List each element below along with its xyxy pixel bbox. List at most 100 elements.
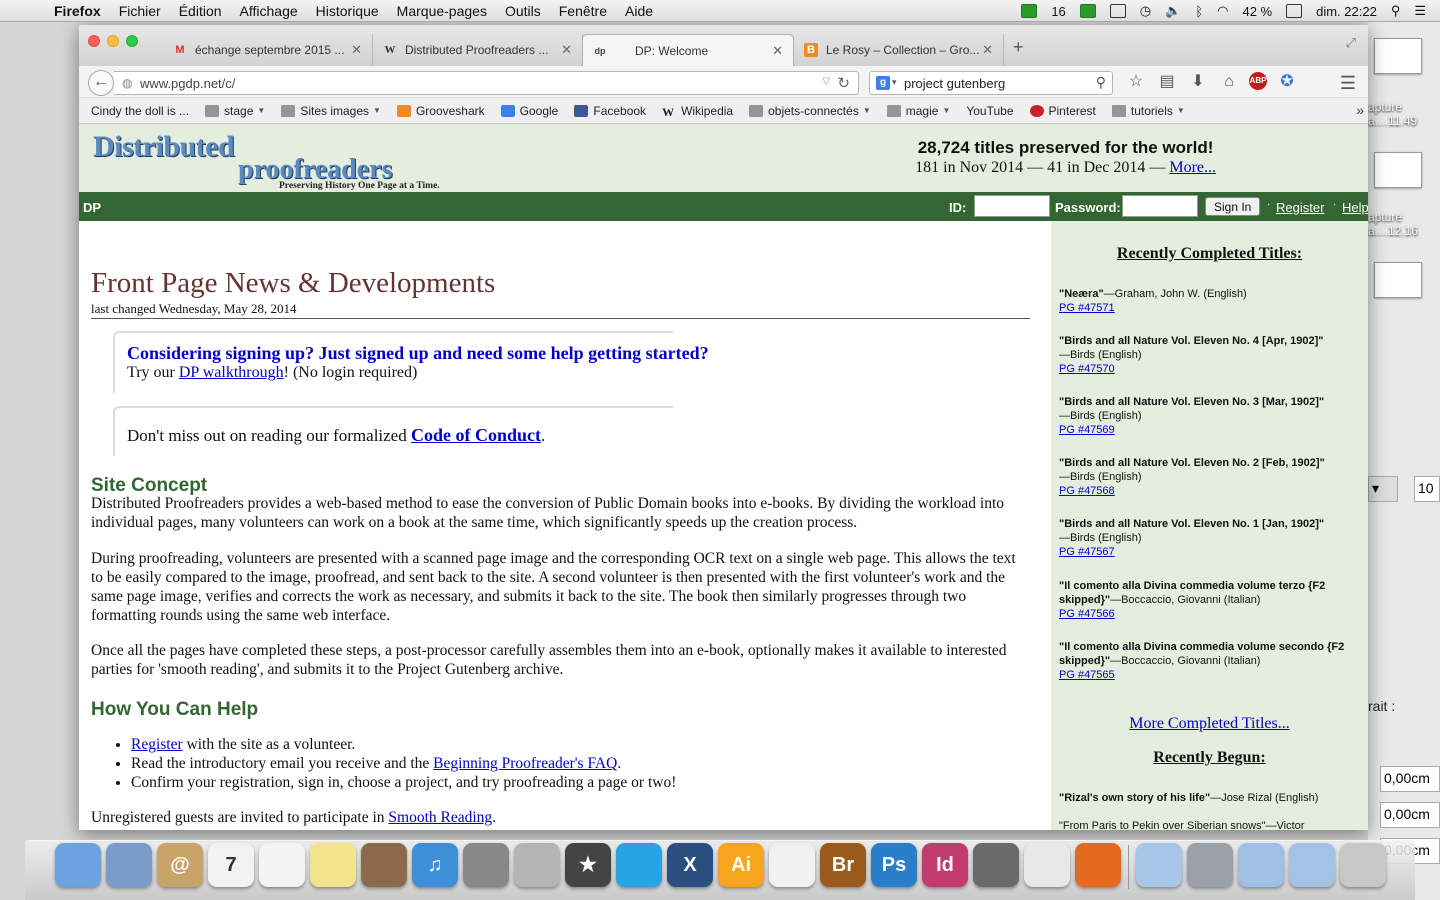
home-icon[interactable]: ⌂: [1218, 72, 1240, 92]
pg-link[interactable]: PG #47568: [1059, 485, 1115, 497]
bookmark-item[interactable]: Pinterest: [1029, 104, 1096, 118]
background-stepper[interactable]: ▾: [1368, 476, 1398, 502]
pg-link[interactable]: PG #47565: [1059, 669, 1115, 681]
bookmark-star-icon[interactable]: ☆: [1125, 72, 1147, 92]
back-button[interactable]: ←: [88, 70, 114, 96]
illustrator-icon[interactable]: Ai: [718, 843, 764, 887]
menu-outils[interactable]: Outils: [505, 3, 541, 19]
bookmark-folder[interactable]: objets-connectés ▼: [749, 104, 871, 118]
tab-gmail[interactable]: M échange septembre 2015 ... ✕: [163, 34, 373, 66]
password-input[interactable]: [1122, 195, 1198, 217]
proofreader-faq-link[interactable]: Beginning Proofreader's FAQ: [433, 755, 617, 772]
close-tab-icon[interactable]: ✕: [982, 42, 993, 58]
help-link[interactable]: Help: [1342, 200, 1368, 215]
screenshot-file-thumbnail[interactable]: [1374, 152, 1422, 188]
menu-edition[interactable]: Édition: [179, 3, 222, 19]
bookmarks-overflow-icon[interactable]: »: [1356, 102, 1364, 118]
close-window-button[interactable]: [88, 35, 100, 47]
google-engine-icon[interactable]: g: [876, 76, 890, 90]
close-tab-icon[interactable]: ✕: [561, 42, 572, 58]
firefox-icon[interactable]: [1075, 843, 1121, 887]
applications-folder-icon[interactable]: [1238, 843, 1284, 887]
bookmark-item[interactable]: Facebook: [574, 104, 646, 118]
bookmark-item[interactable]: W Wikipedia: [662, 104, 733, 119]
bridge-icon[interactable]: Br: [820, 843, 866, 887]
register-link[interactable]: Register: [1276, 200, 1324, 215]
screenshot-file-thumbnail[interactable]: [1374, 262, 1422, 298]
engine-dropdown-icon[interactable]: ▾: [892, 77, 897, 88]
clock[interactable]: dim. 22:22: [1316, 4, 1377, 19]
bluetooth-icon[interactable]: ᛒ: [1195, 4, 1203, 19]
itunes-icon[interactable]: ♫: [412, 843, 458, 887]
system-preferences-icon[interactable]: [463, 843, 509, 887]
finder-icon[interactable]: [55, 843, 101, 887]
url-history-dropdown-icon[interactable]: ▽: [822, 76, 830, 87]
adblock-icon[interactable]: ABP: [1249, 72, 1267, 90]
close-tab-icon[interactable]: ✕: [351, 42, 362, 58]
zoom-window-button[interactable]: [126, 35, 138, 47]
mail-icon[interactable]: [106, 843, 152, 887]
bookmark-item[interactable]: YouTube: [79, 104, 1014, 209]
bookmark-item[interactable]: Cindy the doll is ...: [79, 104, 189, 209]
screenshot-file-thumbnail[interactable]: [1374, 38, 1422, 74]
background-value-field[interactable]: 10: [1414, 476, 1440, 502]
bookmark-folder[interactable]: tutoriels ▼: [1111, 104, 1185, 118]
bookmark-item[interactable]: Google: [500, 104, 558, 118]
dp-walkthrough-link[interactable]: DP walkthrough: [179, 364, 284, 381]
bookmark-folder[interactable]: magie ▼: [886, 104, 950, 118]
site-label[interactable]: DP: [83, 200, 101, 215]
battery-icon[interactable]: [1286, 4, 1303, 18]
menu-marque-pages[interactable]: Marque-pages: [397, 3, 487, 19]
textedit-icon[interactable]: [769, 843, 815, 887]
adobe-status-count[interactable]: 16: [1051, 4, 1065, 19]
search-input[interactable]: g ▾ project gutenberg ⚲: [869, 71, 1113, 95]
minimize-window-button[interactable]: [107, 35, 119, 47]
photoshop-icon[interactable]: Ps: [871, 843, 917, 887]
download-status-icon[interactable]: [1021, 4, 1038, 18]
more-stats-link[interactable]: More...: [1169, 159, 1216, 176]
more-completed-link[interactable]: More Completed Titles...: [1129, 715, 1289, 732]
tab-dp-welcome[interactable]: dp DP: Welcome ✕: [582, 34, 794, 66]
documents-folder-icon[interactable]: [1136, 843, 1182, 887]
bookmark-folder[interactable]: stage ▼: [205, 104, 265, 118]
search-icon[interactable]: ⚲: [1096, 74, 1106, 91]
fullscreen-icon[interactable]: ⤢: [1346, 35, 1356, 51]
background-measure-field[interactable]: 0,00cm: [1380, 766, 1440, 792]
pg-link[interactable]: PG #47571: [1059, 302, 1115, 314]
iphoto-icon[interactable]: [361, 843, 407, 887]
close-tab-icon[interactable]: ✕: [772, 43, 783, 59]
evernote-icon[interactable]: [1079, 4, 1096, 18]
contacts-icon[interactable]: @: [157, 843, 203, 887]
register-link[interactable]: Register: [131, 736, 183, 753]
trash-icon[interactable]: [1340, 843, 1386, 887]
menu-icon[interactable]: ☰: [1340, 73, 1356, 94]
pg-link[interactable]: PG #47570: [1059, 363, 1115, 375]
pg-link[interactable]: PG #47567: [1059, 546, 1115, 558]
menu-historique[interactable]: Historique: [316, 3, 379, 19]
notes-icon[interactable]: [310, 843, 356, 887]
id-input[interactable]: [974, 195, 1050, 217]
pg-link[interactable]: PG #47569: [1059, 424, 1115, 436]
airplay-icon[interactable]: [1109, 4, 1126, 18]
bookmark-item[interactable]: Grooveshark: [396, 104, 485, 118]
menu-app-firefox[interactable]: Firefox: [54, 3, 101, 19]
drive-icon[interactable]: [1187, 843, 1233, 887]
menu-fenetre[interactable]: Fenêtre: [559, 3, 607, 19]
tab-wikipedia[interactable]: W Distributed Proofreaders ... ✕: [373, 34, 583, 66]
calendar-icon[interactable]: 7: [208, 843, 254, 887]
downloads-icon[interactable]: ⬇: [1187, 72, 1209, 92]
script-editor-icon[interactable]: [514, 843, 560, 887]
time-machine-icon[interactable]: ◷: [1140, 3, 1151, 19]
pg-link[interactable]: PG #47566: [1059, 608, 1115, 620]
background-measure-field[interactable]: 0,00cm: [1380, 802, 1440, 828]
imovie-icon[interactable]: ★: [565, 843, 611, 887]
preview-icon[interactable]: [1024, 843, 1070, 887]
smooth-reading-link[interactable]: Smooth Reading: [388, 809, 492, 826]
volume-icon[interactable]: 🔈: [1165, 3, 1181, 19]
tab-le-rosy[interactable]: B Le Rosy – Collection – Gro... ✕: [794, 34, 1004, 66]
reading-list-icon[interactable]: ▤: [1156, 72, 1178, 92]
bookmark-folder[interactable]: Sites images ▼: [281, 104, 381, 118]
x11-icon[interactable]: X: [667, 843, 713, 887]
battery-status[interactable]: 42 %: [1242, 4, 1272, 19]
menu-fichier[interactable]: Fichier: [119, 3, 161, 19]
